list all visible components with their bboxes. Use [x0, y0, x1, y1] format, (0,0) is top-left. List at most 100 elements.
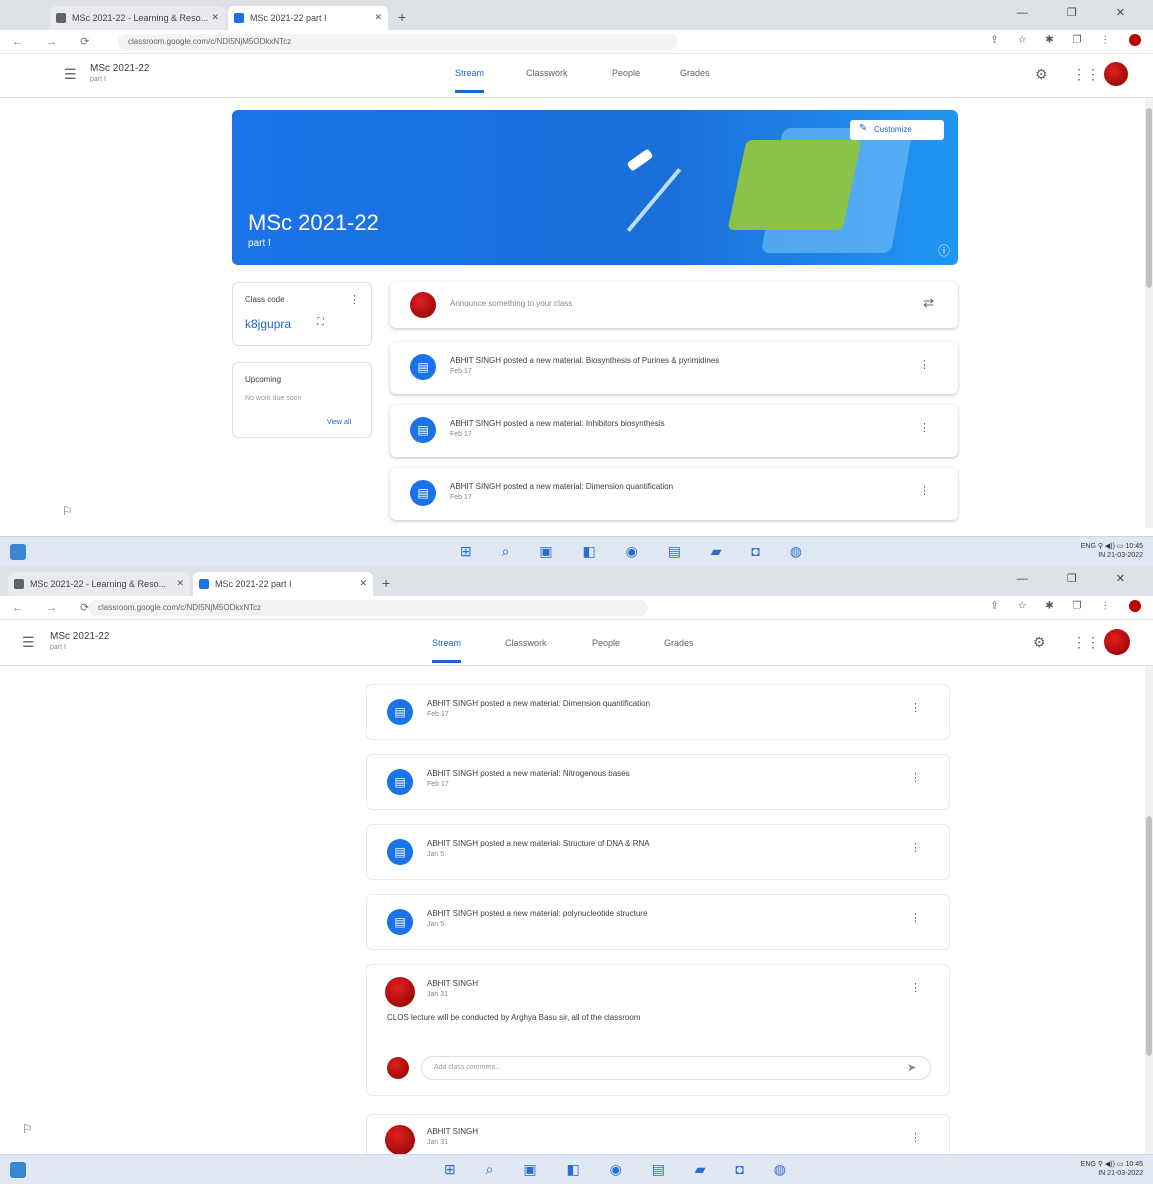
more-options-icon[interactable]: ⋮: [910, 771, 921, 784]
view-all-link[interactable]: View all: [327, 419, 351, 426]
close-icon[interactable]: ✕: [211, 12, 219, 23]
more-options-icon[interactable]: ⋮: [910, 701, 921, 714]
system-tray[interactable]: ENG ⚲ ◀)) ▭ 10:45 IN 21-03-2022: [1081, 542, 1143, 560]
announcement-date: Jan 31: [427, 991, 449, 998]
window-controls[interactable]: — ❐ ✕: [1017, 6, 1143, 19]
stream-post[interactable]: ▤ ABHIT SINGH posted a new material: Str…: [366, 824, 950, 880]
more-options-icon[interactable]: ⋮: [910, 981, 921, 994]
more-options-icon[interactable]: ⋮: [910, 841, 921, 854]
menu-icon[interactable]: ☰: [22, 634, 35, 651]
browser-tab-1[interactable]: MSc 2021-22 - Learning & Reso... ✕: [8, 572, 190, 596]
post-text: ABHIT SINGH posted a new material: Inhib…: [450, 419, 665, 428]
tab-label: MSc 2021-22 - Learning & Reso...: [72, 13, 209, 23]
classroom-favicon-icon: [199, 579, 209, 589]
browser-tab-1[interactable]: MSc 2021-22 - Learning & Reso... ✕: [50, 6, 225, 30]
announce-box[interactable]: Announce something to your class ⇄: [390, 282, 958, 328]
scrollbar[interactable]: [1145, 666, 1153, 1154]
class-code-value[interactable]: k8jgupra: [245, 317, 291, 331]
pencil-icon: ✎: [859, 123, 868, 134]
banner-illustration-pencil: [626, 168, 682, 232]
stream-post[interactable]: ▤ ABHIT SINGH posted a new material: Nit…: [366, 754, 950, 810]
browser-tab-2[interactable]: MSc 2021-22 part I ✕: [193, 572, 373, 596]
class-title[interactable]: MSc 2021-22: [50, 631, 109, 642]
close-icon[interactable]: ✕: [176, 578, 184, 589]
scrollbar-thumb[interactable]: [1146, 108, 1152, 288]
scrollbar[interactable]: [1145, 98, 1153, 528]
announcement-author: ABHIT SINGH: [427, 1127, 478, 1136]
settings-gear-icon[interactable]: ⚙: [1033, 634, 1046, 651]
more-options-icon[interactable]: ⋮: [919, 358, 930, 371]
tab-grades[interactable]: Grades: [664, 638, 694, 648]
nav-buttons[interactable]: ← → ⟳: [12, 35, 99, 48]
class-code-label: Class code: [245, 295, 285, 304]
new-tab-button[interactable]: +: [398, 9, 406, 25]
tab-classwork[interactable]: Classwork: [526, 68, 568, 78]
url-field[interactable]: classroom.google.com/c/NDI5NjM5ODkxNTcz: [118, 34, 678, 50]
widgets-icon[interactable]: [10, 544, 26, 560]
commenter-avatar: [387, 1057, 409, 1079]
new-tab-button[interactable]: +: [382, 575, 390, 591]
taskbar-app-icons[interactable]: ⊞ ⌕ ▣ ◧ ◉ ▤ ▰ ◘ ◍: [444, 1161, 799, 1178]
stream-post[interactable]: ▤ ABHIT SINGH posted a new material: Bio…: [390, 342, 958, 394]
browser-tab-2[interactable]: MSc 2021-22 part I ✕: [228, 6, 388, 30]
url-field[interactable]: classroom.google.com/c/NDI5NjM5ODkxNTcz: [88, 600, 648, 616]
repost-icon[interactable]: ⇄: [923, 295, 934, 311]
banner-illustration-folder: [727, 140, 862, 230]
browser-tab-bar: MSc 2021-22 - Learning & Reso... ✕ MSc 2…: [0, 0, 1153, 30]
customize-button[interactable]: ✎ Customize: [850, 120, 944, 140]
menu-icon[interactable]: ☰: [64, 66, 77, 83]
address-bar-row: ← → ⟳ classroom.google.com/c/NDI5NjM5ODk…: [0, 30, 1153, 54]
post-date: Feb 17: [450, 368, 472, 375]
announce-placeholder: Announce something to your class: [450, 299, 573, 308]
system-tray[interactable]: ENG ⚲ ◀)) ▭ 10:45 IN 21-03-2022: [1081, 1160, 1143, 1178]
more-options-icon[interactable]: ⋮: [910, 1131, 921, 1144]
close-icon[interactable]: ✕: [359, 578, 367, 589]
material-icon: ▤: [410, 417, 436, 443]
scrollbar-thumb[interactable]: [1146, 816, 1152, 1056]
class-comment-input[interactable]: Add class comment...: [421, 1056, 931, 1080]
widgets-icon[interactable]: [10, 1162, 26, 1178]
feedback-icon[interactable]: ⚐: [22, 1122, 33, 1136]
stream-post[interactable]: ▤ ABHIT SINGH posted a new material: Dim…: [390, 468, 958, 520]
apps-grid-icon[interactable]: ⋮⋮: [1072, 634, 1100, 651]
more-options-icon[interactable]: ⋮: [349, 293, 360, 306]
more-options-icon[interactable]: ⋮: [919, 421, 930, 434]
post-text: ABHIT SINGH posted a new material: Nitro…: [427, 769, 630, 778]
account-avatar[interactable]: [1104, 62, 1128, 86]
taskbar-app-icons[interactable]: ⊞ ⌕ ▣ ◧ ◉ ▤ ▰ ◘ ◍: [460, 543, 815, 560]
profile-avatar[interactable]: [1129, 34, 1141, 46]
profile-avatar[interactable]: [1129, 600, 1141, 612]
more-options-icon[interactable]: ⋮: [919, 484, 930, 497]
apps-grid-icon[interactable]: ⋮⋮: [1072, 66, 1100, 83]
tab-stream[interactable]: Stream: [455, 68, 485, 93]
post-date: Feb 17: [427, 711, 449, 718]
author-avatar: [385, 977, 415, 1007]
classroom-header: ☰ MSc 2021-22 part I Stream Classwork Pe…: [0, 54, 1153, 98]
tab-classwork[interactable]: Classwork: [505, 638, 547, 648]
material-icon: ▤: [387, 909, 413, 935]
tab-people[interactable]: People: [592, 638, 620, 648]
more-options-icon[interactable]: ⋮: [910, 911, 921, 924]
class-title[interactable]: MSc 2021-22: [90, 63, 149, 74]
extension-icons[interactable]: ⇪ ☆ ✱ ❐ ⋮: [990, 600, 1141, 612]
feedback-icon[interactable]: ⚐: [62, 504, 73, 518]
close-icon[interactable]: ✕: [374, 12, 382, 23]
settings-gear-icon[interactable]: ⚙: [1035, 66, 1048, 83]
extension-icons[interactable]: ⇪ ☆ ✱ ❐ ⋮: [990, 34, 1141, 46]
class-code-card: Class code ⋮ k8jgupra ⛶: [232, 282, 372, 346]
send-icon[interactable]: ➤: [907, 1061, 916, 1074]
screenshot-top: MSc 2021-22 - Learning & Reso... ✕ MSc 2…: [0, 0, 1153, 566]
customize-label: Customize: [874, 125, 912, 134]
user-avatar: [410, 292, 436, 318]
nav-buttons[interactable]: ← → ⟳: [12, 601, 99, 614]
stream-post[interactable]: ▤ ABHIT SINGH posted a new material: Dim…: [366, 684, 950, 740]
fullscreen-icon[interactable]: ⛶: [317, 317, 324, 328]
tab-stream[interactable]: Stream: [432, 638, 462, 663]
info-icon[interactable]: ⓘ: [938, 242, 950, 259]
tab-grades[interactable]: Grades: [680, 68, 710, 78]
stream-post[interactable]: ▤ ABHIT SINGH posted a new material: Inh…: [390, 405, 958, 457]
window-controls[interactable]: — ❐ ✕: [1017, 572, 1143, 585]
tab-people[interactable]: People: [612, 68, 640, 78]
account-avatar[interactable]: [1104, 629, 1130, 655]
stream-post[interactable]: ▤ ABHIT SINGH posted a new material: pol…: [366, 894, 950, 950]
